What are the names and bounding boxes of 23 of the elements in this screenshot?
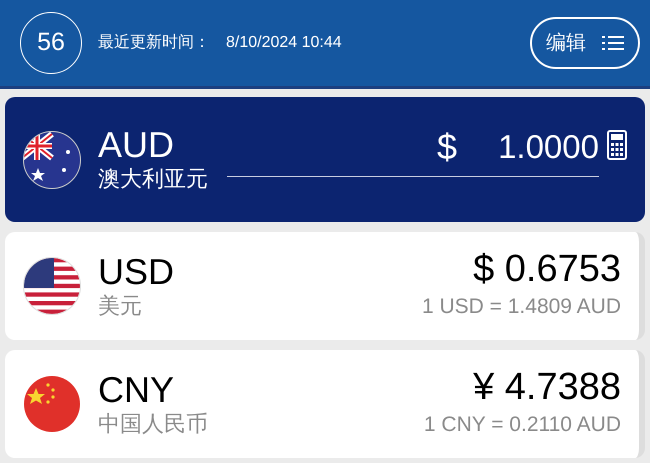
list-icon <box>602 35 624 51</box>
exchange-rate: 1 USD = 1.4809 AUD <box>422 294 621 320</box>
flag-icon <box>22 374 82 434</box>
currency-symbol: $ <box>437 125 458 169</box>
amount-field[interactable]: 1.0000 <box>477 122 599 172</box>
exchange-rate: 1 CNY = 0.2110 AUD <box>424 412 621 438</box>
edit-button[interactable]: 编辑 <box>530 17 640 69</box>
converted-amount: ¥ 4.7388 <box>473 367 621 410</box>
countdown-timer: 56 <box>20 12 82 74</box>
currency-name: 澳大利亚元 <box>98 165 208 193</box>
currency-code: CNY <box>98 370 176 410</box>
converted-amount: $ 0.6753 <box>473 249 621 292</box>
base-currency-card[interactable]: AUD 澳大利亚元 $ 1.0000 <box>5 97 645 222</box>
currency-code: USD <box>98 252 174 292</box>
currency-name: 中国人民币 <box>98 410 208 438</box>
calculator-icon[interactable] <box>607 130 627 160</box>
currency-card[interactable]: USD 美元 $ 0.6753 1 USD = 1.4809 AUD <box>5 232 645 340</box>
currency-name: 美元 <box>98 292 143 320</box>
flag-icon <box>22 256 82 316</box>
currency-card[interactable]: CNY 中国人民币 ¥ 4.7388 1 CNY = 0.2110 AUD <box>5 350 645 458</box>
update-label: 最近更新时间： <box>98 32 210 53</box>
currency-code: AUD <box>98 125 176 165</box>
update-time: 8/10/2024 10:44 <box>226 33 342 53</box>
